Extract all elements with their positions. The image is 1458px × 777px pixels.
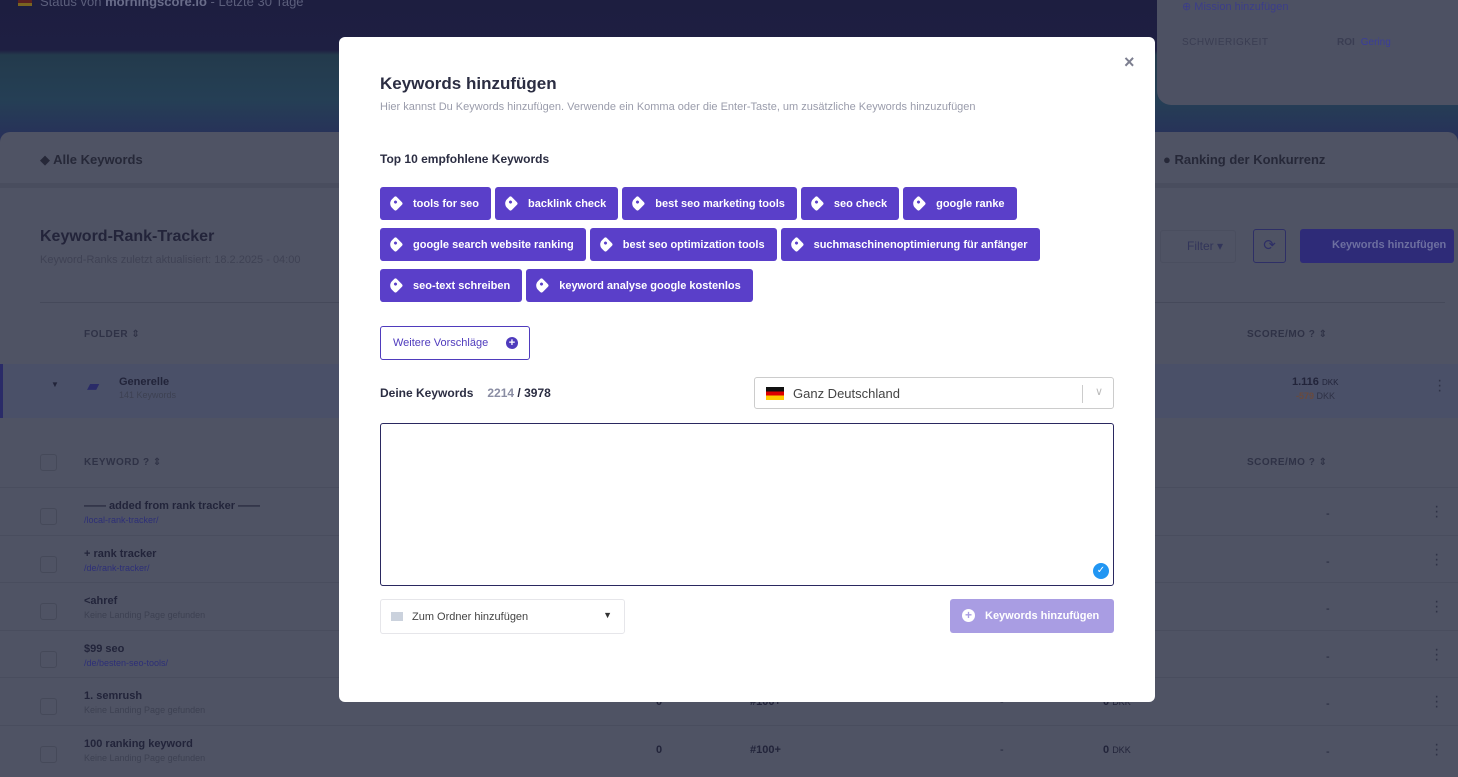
- suggestion-chip[interactable]: suchmaschinenoptimierung für anfänger: [780, 228, 1040, 261]
- close-icon[interactable]: ×: [1124, 52, 1135, 73]
- tag-icon: [387, 236, 404, 253]
- chevron-down-icon: ∨: [1094, 386, 1103, 398]
- more-options-icon[interactable]: · · ·: [1434, 689, 1440, 715]
- suggestion-chip[interactable]: keyword analyse google kostenlos: [526, 269, 753, 302]
- caret-down-icon: ▼: [603, 610, 612, 620]
- suggestion-chip[interactable]: google ranke: [903, 187, 1017, 220]
- modal-subtitle: Hier kannst Du Keywords hinzufügen. Verw…: [380, 101, 976, 113]
- more-options-icon[interactable]: · · ·: [1437, 373, 1443, 399]
- difficulty-label: SCHWIERIGKEIT: [1182, 37, 1269, 48]
- page-title: Keyword-Rank-Tracker: [40, 228, 215, 245]
- more-options-icon[interactable]: · · ·: [1434, 641, 1440, 667]
- keywords-textarea[interactable]: [380, 423, 1114, 586]
- tag-icon: [502, 195, 519, 212]
- row-checkbox[interactable]: [40, 745, 57, 763]
- suggestion-chip[interactable]: best seo marketing tools: [622, 187, 797, 220]
- row-checkbox[interactable]: [40, 650, 57, 668]
- mission-card: ⊕ Mission hinzufügen SCHWIERIGKEIT ROI Ge…: [1157, 0, 1458, 105]
- folder-icon: ▰: [87, 378, 100, 395]
- tag-icon: [533, 277, 550, 294]
- roi: ROI Gering: [1337, 37, 1391, 48]
- folder-select[interactable]: Zum Ordner hinzufügen ▼: [380, 599, 625, 634]
- more-options-icon[interactable]: · · ·: [1434, 546, 1440, 572]
- plus-icon: +: [506, 337, 518, 349]
- more-options-icon[interactable]: · · ·: [1434, 736, 1440, 762]
- tab-all-keywords[interactable]: ◆ Alle Keywords: [40, 152, 143, 168]
- suggestion-chip[interactable]: google search website ranking: [380, 228, 586, 261]
- modal-title: Keywords hinzufügen: [380, 74, 557, 93]
- select-all-checkbox[interactable]: [40, 454, 57, 471]
- status-line: Status von morningscore.io - Letzte 30 T…: [18, 0, 304, 9]
- more-options-icon[interactable]: · · ·: [1434, 594, 1440, 620]
- suggestion-chip[interactable]: backlink check: [495, 187, 619, 220]
- plus-icon: +: [962, 609, 975, 622]
- tag-icon: [387, 277, 404, 294]
- tag-icon: [387, 195, 404, 212]
- tag-icon: [597, 236, 614, 253]
- your-keywords-label: Deine Keywords 2214 / 3978: [380, 386, 551, 400]
- score-header-2[interactable]: SCORE/MO ? ⇕: [1247, 457, 1328, 468]
- tab-competitor-ranking[interactable]: ● Ranking der Konkurrenz: [1163, 152, 1325, 167]
- last-updated: Keyword-Ranks zuletzt aktualisiert: 18.2…: [40, 254, 301, 266]
- tag-icon: [788, 236, 804, 253]
- row-checkbox[interactable]: [40, 603, 57, 620]
- suggestion-chip[interactable]: seo-text schreiben: [380, 269, 523, 302]
- row-checkbox[interactable]: [40, 555, 57, 573]
- add-keywords-modal: × Keywords hinzufügen Hier kannst Du Key…: [339, 37, 1155, 702]
- tag-icon: [808, 195, 825, 212]
- grammar-check-icon: ✓: [1093, 563, 1109, 579]
- filter-button[interactable]: Filter ▾: [1160, 230, 1236, 263]
- add-keywords-button-bg[interactable]: Keywords hinzufügen: [1300, 229, 1454, 263]
- table-row[interactable]: 100 ranking keyword Keine Landing Page ge…: [0, 724, 1458, 772]
- row-checkbox[interactable]: [40, 508, 57, 525]
- germany-flag-icon: [766, 387, 784, 400]
- add-mission-link[interactable]: ⊕ Mission hinzufügen: [1182, 0, 1288, 13]
- flag-icon: [18, 0, 32, 6]
- expand-icon[interactable]: ▼: [51, 380, 59, 389]
- country-select[interactable]: Ganz Deutschland ∨: [754, 377, 1114, 409]
- tag-icon: [910, 195, 927, 212]
- score-header[interactable]: SCORE/MO ? ⇕: [1247, 329, 1328, 340]
- folder-icon: [391, 612, 403, 621]
- row-checkbox[interactable]: [40, 698, 57, 715]
- suggestions-title: Top 10 empfohlene Keywords: [380, 152, 550, 166]
- suggestion-chips: tools for seo backlink check best seo mark…: [380, 187, 1100, 310]
- suggestion-chip[interactable]: best seo optimization tools: [589, 228, 777, 261]
- suggestion-chip[interactable]: tools for seo: [380, 187, 492, 220]
- more-options-icon[interactable]: · · ·: [1434, 499, 1440, 525]
- folder-header[interactable]: FOLDER ⇕: [84, 329, 140, 340]
- tag-icon: [630, 195, 646, 212]
- suggestion-chip[interactable]: seo check: [800, 187, 900, 220]
- more-suggestions-button[interactable]: Weitere Vorschläge +: [380, 326, 530, 360]
- refresh-button[interactable]: ⟳: [1253, 229, 1286, 263]
- keyword-header[interactable]: KEYWORD ? ⇕: [84, 457, 162, 468]
- submit-keywords-button[interactable]: + Keywords hinzufügen: [950, 599, 1114, 633]
